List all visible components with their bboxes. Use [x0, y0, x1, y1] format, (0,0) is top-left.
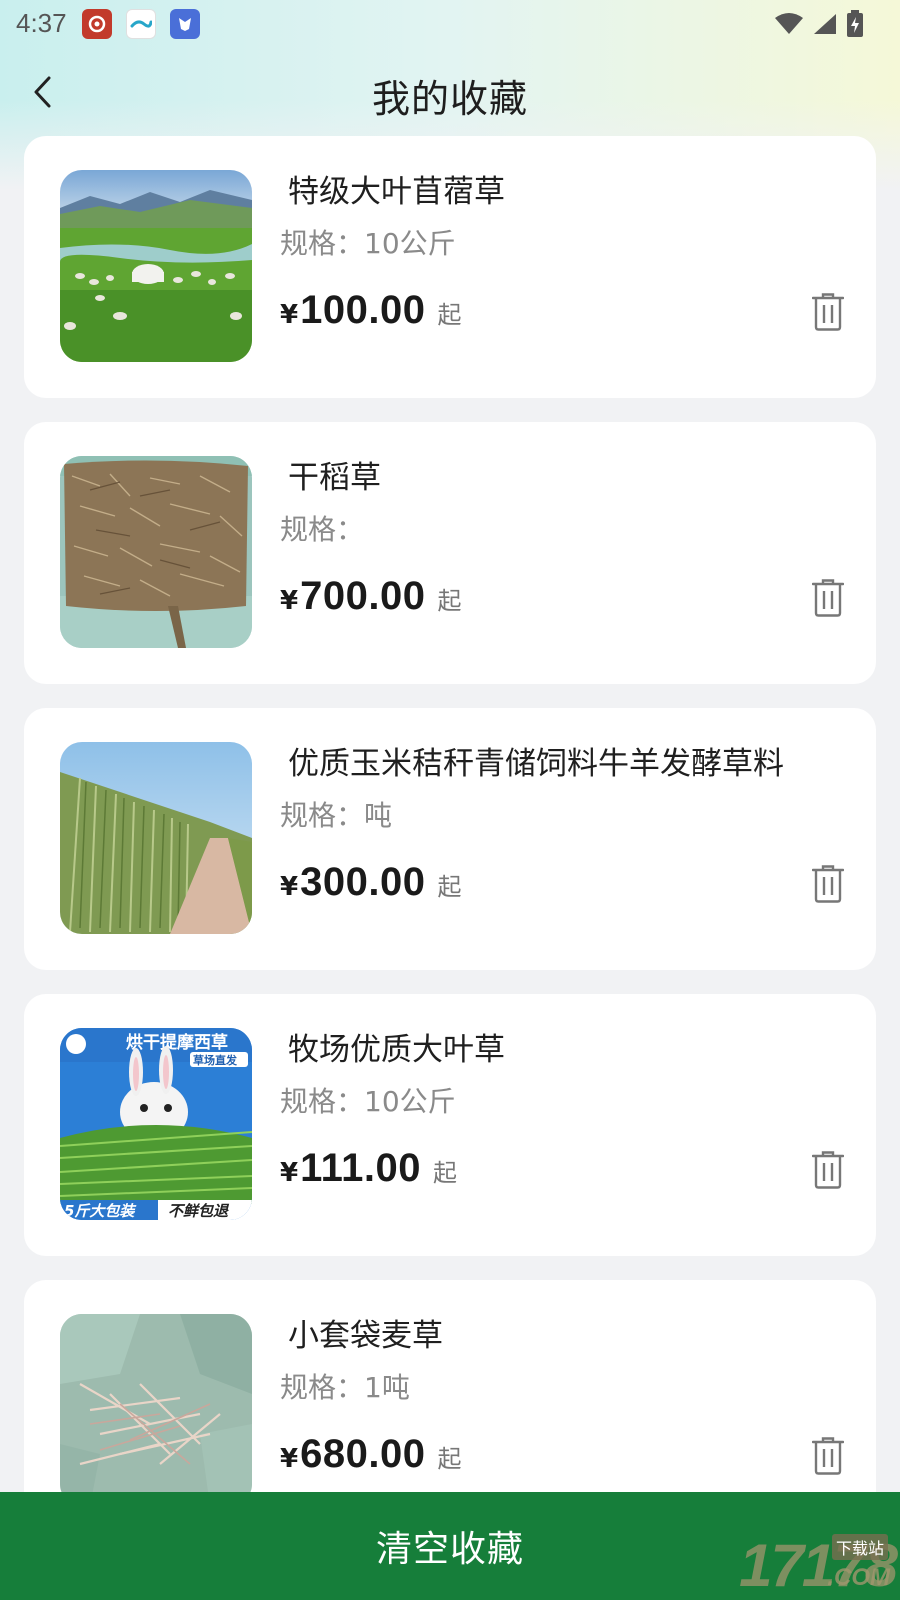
- product-price: ¥ 300.00 起: [280, 860, 461, 905]
- delete-button[interactable]: [808, 290, 848, 334]
- status-indicators: [774, 10, 864, 38]
- price-suffix: 起: [437, 587, 462, 615]
- trash-icon: [812, 1437, 844, 1475]
- product-spec: 规格：吨: [280, 799, 393, 832]
- page-title: 我的收藏: [371, 77, 528, 121]
- delete-button[interactable]: [808, 1148, 848, 1192]
- favorite-item[interactable]: 优质玉米秸秆青储饲料牛羊发酵草料 规格：吨 ¥ 300.00 起: [24, 708, 876, 970]
- product-image[interactable]: [60, 1314, 252, 1506]
- price-amount: 111.00: [300, 1146, 422, 1190]
- product-price: ¥ 680.00 起: [280, 1432, 461, 1477]
- product-image[interactable]: [60, 742, 252, 934]
- trash-icon: [812, 579, 844, 617]
- product-spec: 规格：: [280, 513, 365, 546]
- trash-icon: [812, 293, 844, 331]
- price-amount: 680.00: [300, 1432, 426, 1476]
- trash-icon: [812, 865, 844, 903]
- product-spec: 规格：10公斤: [280, 227, 456, 260]
- price-amount: 100.00: [300, 288, 426, 332]
- favorite-item[interactable]: 烘干提摩西草 草场直发 5斤大包装 不鲜包退 牧场优质大叶草 规格：10公斤 ¥…: [24, 994, 876, 1256]
- status-time: 4:37: [16, 8, 67, 38]
- currency-symbol: ¥: [280, 1444, 299, 1474]
- product-image[interactable]: [60, 170, 252, 362]
- product-price: ¥ 111.00 起: [280, 1146, 457, 1191]
- product-price: ¥ 700.00 起: [280, 574, 461, 619]
- watermark-logo: 17178 下载站 .COM: [664, 1530, 898, 1596]
- product-title[interactable]: 优质玉米秸秆青储饲料牛羊发酵草料: [288, 738, 784, 783]
- image-bottom-left-text: 5斤大包装: [64, 1202, 137, 1220]
- delete-button[interactable]: [808, 1434, 848, 1478]
- wifi-icon: [775, 13, 803, 34]
- product-spec: 规格：1吨: [280, 1371, 410, 1404]
- favorite-item[interactable]: 特级大叶苜蓿草 规格：10公斤 ¥ 100.00 起: [24, 136, 876, 398]
- navigation-bar: 我的收藏: [0, 56, 900, 128]
- favorites-page: 4:37 我的收藏 特级大叶苜蓿草 规格：10公斤 ¥ 100.00 起 干稻草…: [0, 0, 900, 1600]
- watermark-tag: 下载站: [831, 1534, 888, 1560]
- price-suffix: 起: [437, 1445, 462, 1473]
- product-title[interactable]: 牧场优质大叶草: [288, 1024, 505, 1069]
- favorite-item[interactable]: 干稻草 规格： ¥ 700.00 起: [24, 422, 876, 684]
- notification-app-icon: [82, 9, 112, 39]
- image-badge-text: 草场直发: [193, 1053, 238, 1067]
- price-amount: 700.00: [300, 574, 426, 618]
- image-bottom-right-text: 不鲜包退: [168, 1202, 230, 1220]
- watermark-domain: .COM: [827, 1564, 890, 1591]
- product-title[interactable]: 干稻草: [288, 452, 381, 497]
- product-spec: 规格：10公斤: [280, 1085, 456, 1118]
- product-image[interactable]: 烘干提摩西草 草场直发 5斤大包装 不鲜包退: [60, 1028, 252, 1220]
- currency-symbol: ¥: [280, 1158, 299, 1188]
- price-suffix: 起: [433, 1159, 458, 1187]
- signal-icon: [814, 14, 836, 34]
- currency-symbol: ¥: [280, 586, 299, 616]
- price-suffix: 起: [437, 301, 462, 329]
- delete-button[interactable]: [808, 862, 848, 906]
- product-image[interactable]: [60, 456, 252, 648]
- currency-symbol: ¥: [280, 300, 299, 330]
- favorites-list: 特级大叶苜蓿草 规格：10公斤 ¥ 100.00 起 干稻草 规格： ¥ 700…: [24, 136, 876, 1566]
- status-bar: 4:37: [0, 0, 900, 48]
- product-title[interactable]: 小套袋麦草: [288, 1310, 443, 1355]
- trash-icon: [812, 1151, 844, 1189]
- notification-app-icon: [170, 9, 200, 39]
- currency-symbol: ¥: [280, 872, 299, 902]
- product-title[interactable]: 特级大叶苜蓿草: [288, 166, 505, 211]
- price-amount: 300.00: [300, 860, 426, 904]
- image-banner-text: 烘干提摩西草: [126, 1032, 228, 1053]
- product-price: ¥ 100.00 起: [280, 288, 461, 333]
- delete-button[interactable]: [808, 576, 848, 620]
- price-suffix: 起: [437, 873, 462, 901]
- battery-icon: [847, 10, 863, 37]
- notification-app-icon: [126, 9, 156, 39]
